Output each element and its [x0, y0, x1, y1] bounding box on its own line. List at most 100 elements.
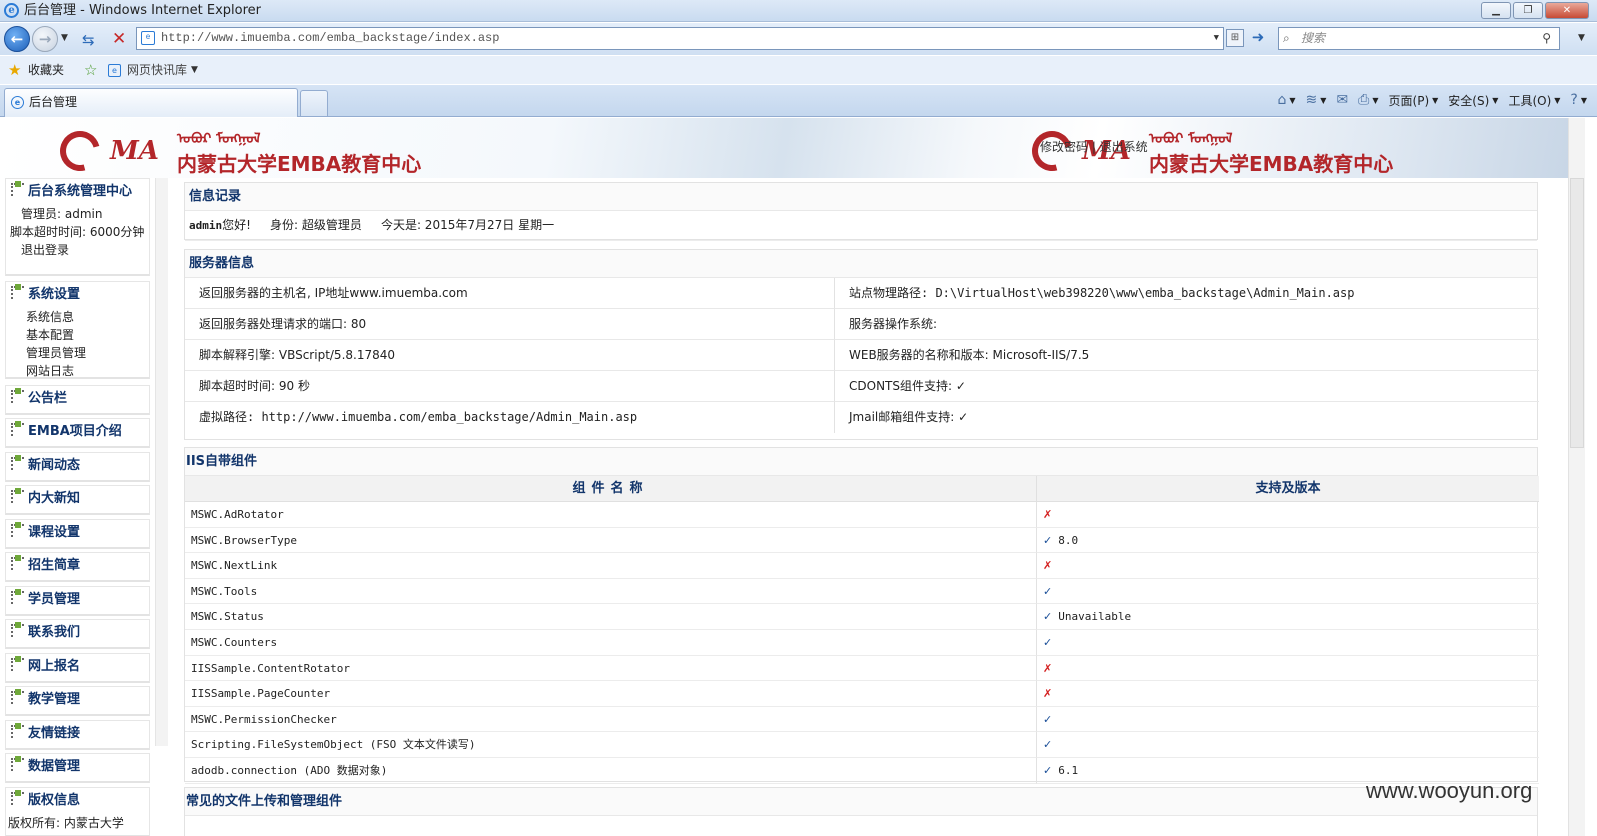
recent-pages-dropdown-icon[interactable]: ▼	[61, 33, 68, 43]
page-menu[interactable]: 页面(P) ▼	[1389, 92, 1439, 109]
scrollbar-thumb[interactable]	[1570, 178, 1584, 448]
sidebar-item-emba-intro[interactable]: EMBA项目介绍	[5, 418, 150, 448]
ie-logo-icon: e	[4, 3, 19, 18]
address-dropdown-icon[interactable]: ▼	[1214, 28, 1219, 49]
sidebar-item-campus-news[interactable]: 内大新知	[5, 485, 150, 515]
sidebar-item-system-info[interactable]: 系统信息	[6, 308, 149, 326]
cross-icon: ✗	[1043, 508, 1053, 521]
address-bar[interactable]: e http://www.imuemba.com/emba_backstage/…	[136, 27, 1224, 50]
print-button[interactable]: ⎙ ▼	[1358, 92, 1378, 108]
favorites-button[interactable]: 收藏夹	[28, 56, 64, 84]
tab-backstage[interactable]: e 后台管理	[4, 88, 298, 117]
favorites-star-icon[interactable]: ★	[8, 56, 21, 84]
component-name: adodb.connection (ADO 数据对象)	[185, 757, 1037, 784]
sidebar-item-admin-manage[interactable]: 管理员管理	[6, 344, 149, 362]
home-icon: ⌂	[1277, 92, 1287, 108]
component-name: MSWC.Counters	[185, 629, 1037, 656]
tree-icon	[11, 589, 24, 604]
tree-icon	[11, 455, 24, 470]
maximize-button[interactable]: ❐	[1513, 2, 1543, 19]
component-support: ✗	[1037, 681, 1539, 707]
sidebar-item-copyright[interactable]: 版权信息 版权所有: 内蒙古大学	[5, 787, 150, 836]
tree-icon	[11, 388, 24, 403]
check-icon: ✓	[1043, 635, 1053, 649]
sidebar-item-basic-config[interactable]: 基本配置	[6, 326, 149, 344]
component-support: ✓ 8.0	[1037, 528, 1539, 554]
safety-menu[interactable]: 安全(S) ▼	[1448, 92, 1498, 109]
command-bar: ⌂ ▼ ≋ ▼ ✉ ⎙ ▼ 页面(P) ▼ 安全(S) ▼ 工具(O) ▼ ? ▼	[1278, 85, 1597, 115]
component-name: MSWC.BrowserType	[185, 527, 1037, 554]
chevron-down-icon[interactable]: ▼	[191, 56, 198, 84]
back-button[interactable]: ←	[4, 26, 30, 52]
org-title: 内蒙古大学EMBA教育中心	[1148, 152, 1394, 176]
info-role: 身份: 超级管理员	[270, 218, 362, 232]
new-tab-button[interactable]	[300, 90, 328, 116]
search-provider-icon: ⌕	[1283, 31, 1290, 45]
add-favorite-icon[interactable]: ☆	[84, 56, 97, 84]
server-jmail: Jmail邮箱组件支持: ✓	[849, 410, 969, 424]
compatibility-view-icon[interactable]: ⊞	[1226, 29, 1244, 47]
components-table: 组件名称 支持及版本 MSWC.AdRotator ✗ MSWC.BrowserTy…	[185, 476, 1539, 784]
info-title: 信息记录	[185, 183, 1537, 211]
check-icon: ✓	[1043, 610, 1053, 624]
page-scrollbar[interactable]	[1568, 118, 1585, 836]
sidebar-item-links[interactable]: 友情链接	[5, 720, 150, 750]
server-virtual-path: 虚拟路径: http://www.imuemba.com/emba_backst…	[185, 402, 835, 433]
component-version: Unavailable	[1058, 610, 1132, 624]
sidebar-item-contact[interactable]: 联系我们	[5, 619, 150, 649]
sidebar-item-site-log[interactable]: 网站日志	[6, 362, 149, 380]
info-greeting: 您好!	[222, 218, 251, 232]
sidebar-system-settings: 系统设置 系统信息 基本配置 管理员管理 网站日志	[5, 281, 150, 379]
sidebar-item-notice[interactable]: 公告栏	[5, 385, 150, 415]
web-slice-gallery-button[interactable]: 网页快讯库	[127, 56, 187, 84]
search-options-dropdown-icon[interactable]: ▼	[1578, 33, 1585, 43]
go-icon[interactable]: ➜	[1249, 29, 1267, 47]
favorites-bar: ★ 收藏夹 ☆ e 网页快讯库 ▼	[0, 56, 1597, 84]
search-placeholder: 搜索	[1301, 31, 1326, 45]
help-button[interactable]: ? ▼	[1570, 92, 1587, 108]
check-icon: ✓	[1043, 763, 1053, 777]
logout-link[interactable]: 退出登录	[6, 241, 149, 259]
window-titlebar: e 后台管理 - Windows Internet Explorer ▁ ❐ ✕	[0, 0, 1597, 22]
banner-links[interactable]: 修改密码 | 退出系统	[1040, 138, 1148, 155]
upload-components-panel: 常见的文件上传和管理组件	[184, 787, 1538, 836]
sidebar-item-signup[interactable]: 网上报名	[5, 653, 150, 683]
sidebar-item-data[interactable]: 数据管理	[5, 753, 150, 783]
sidebar-admin-center: 后台系统管理中心 管理员: admin 脚本超时时间: 6000分钟 退出登录	[5, 178, 150, 276]
tree-icon	[11, 689, 24, 704]
column-header-name: 组件名称	[185, 476, 1037, 502]
close-window-button[interactable]: ✕	[1545, 2, 1589, 19]
sidebar-scrollbar[interactable]	[155, 178, 168, 746]
forward-button[interactable]: →	[32, 26, 58, 52]
emba-logo-icon	[52, 123, 108, 178]
tree-icon	[11, 181, 24, 196]
tab-bar: e 后台管理 ⌂ ▼ ≋ ▼ ✉ ⎙ ▼ 页面(P) ▼ 安全(S) ▼ 工具(O) ▼ ?…	[0, 85, 1597, 117]
stop-icon[interactable]: ✕	[112, 29, 126, 49]
column-header-support: 支持及版本	[1037, 476, 1539, 502]
sidebar-item-students[interactable]: 学员管理	[5, 586, 150, 616]
search-icon[interactable]: ⚲	[1542, 28, 1551, 49]
search-input[interactable]: ⌕ 搜索 ⚲	[1278, 27, 1560, 50]
home-button[interactable]: ⌂ ▼	[1278, 92, 1296, 108]
org-title: 内蒙古大学EMBA教育中心	[176, 152, 422, 176]
server-script-engine: 脚本解释引擎: VBScript/5.8.17840	[185, 340, 835, 371]
sidebar-item-news[interactable]: 新闻动态	[5, 452, 150, 482]
sidebar-item-admissions[interactable]: 招生简章	[5, 552, 150, 582]
sidebar-item-courses[interactable]: 课程设置	[5, 519, 150, 549]
info-panel: 信息记录 admin您好! 身份: 超级管理员 今天是: 2015年7月27日 …	[184, 182, 1538, 241]
mail-button[interactable]: ✉	[1336, 92, 1348, 108]
feeds-button[interactable]: ≋ ▼	[1306, 92, 1327, 108]
refresh-icon[interactable]: ⇆	[82, 31, 95, 49]
minimize-button[interactable]: ▁	[1481, 2, 1511, 19]
help-icon: ?	[1570, 92, 1578, 108]
page-icon: e	[141, 31, 155, 45]
component-name: Scripting.FileSystemObject (FSO 文本文件读写)	[185, 732, 1037, 758]
tree-icon	[11, 522, 24, 537]
component-support: ✗	[1037, 553, 1539, 579]
info-row: admin您好! 身份: 超级管理员 今天是: 2015年7月27日 星期一	[185, 211, 1537, 241]
server-title: 服务器信息	[185, 250, 1537, 278]
server-physical-path: 站点物理路径: D:\VirtualHost\web398220\www\emb…	[835, 278, 1539, 309]
tools-menu[interactable]: 工具(O) ▼	[1508, 92, 1560, 109]
printer-icon: ⎙	[1358, 92, 1370, 108]
sidebar-item-teaching[interactable]: 教学管理	[5, 686, 150, 716]
